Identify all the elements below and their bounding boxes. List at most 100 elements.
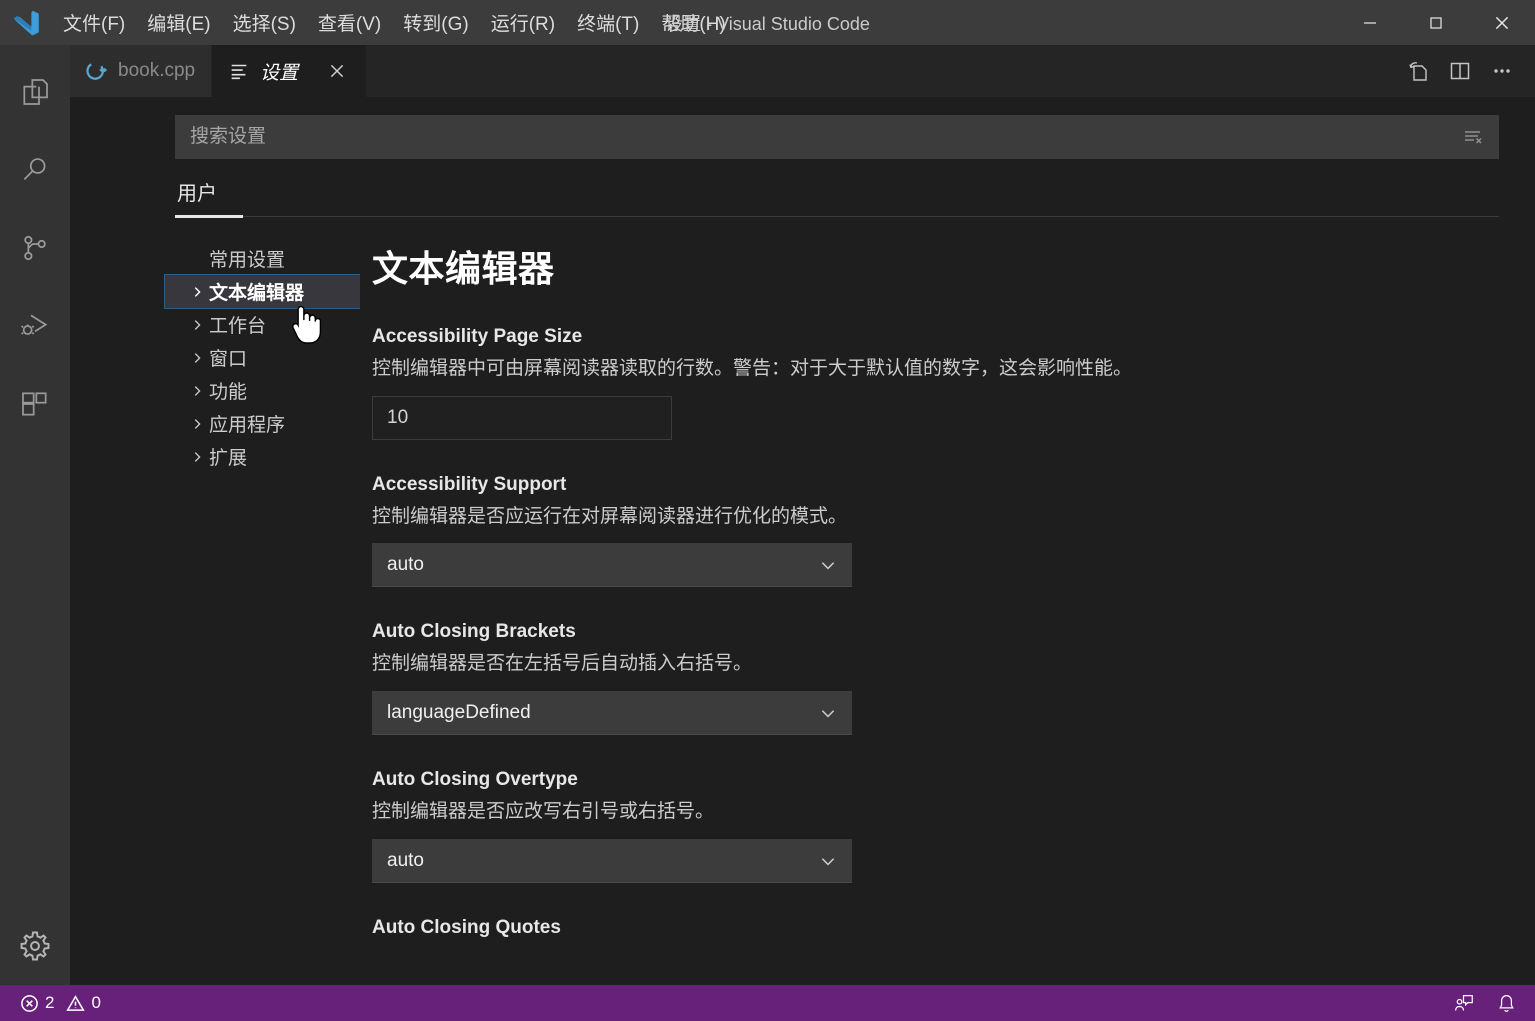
status-notifications-button[interactable] — [1490, 985, 1523, 1021]
more-actions-button[interactable] — [1483, 52, 1521, 90]
status-bar-right — [1447, 985, 1535, 1021]
chevron-down-icon — [819, 852, 837, 870]
settings-group-header: 文本编辑器 — [372, 248, 555, 289]
editor-area: book.cpp 设置 搜索设置 用户 常用设置 文本编辑器 工作台 窗口 功能… — [70, 45, 1535, 985]
open-settings-json-button[interactable] — [1399, 52, 1437, 90]
auto-closing-overtype-select[interactable]: auto — [372, 838, 852, 883]
auto-closing-brackets-select[interactable]: languageDefined — [372, 690, 852, 735]
run-debug-icon — [19, 310, 51, 342]
error-count: 2 — [45, 993, 55, 1012]
menu-selection[interactable]: 选择(S) — [222, 0, 307, 45]
toc-item-label: 窗口 — [209, 349, 248, 370]
cpp-file-icon — [86, 60, 108, 82]
scope-tab-user[interactable]: 用户 — [175, 173, 219, 218]
tab-settings[interactable]: 设置 — [212, 45, 368, 97]
activity-manage-settings[interactable] — [0, 907, 70, 985]
clear-filter-icon[interactable] — [1456, 120, 1490, 154]
accessibility-page-size-input[interactable] — [372, 395, 672, 440]
tab-label: book.cpp — [118, 60, 196, 81]
setting-title: Accessibility Support — [372, 473, 567, 495]
source-control-icon — [19, 232, 51, 264]
search-input[interactable] — [176, 126, 1456, 148]
chevron-right-icon — [185, 318, 209, 332]
setting-accessibility-page-size: Accessibility Page Size 控制编辑器中可由屏幕阅读器读取的… — [372, 326, 1495, 440]
explorer-files-icon — [19, 76, 51, 108]
search-icon — [19, 154, 51, 186]
activity-search[interactable] — [0, 131, 70, 209]
settings-toc: 常用设置 文本编辑器 工作台 窗口 功能 应用程序 扩展 — [70, 232, 360, 985]
editor-tab-bar: book.cpp 设置 — [70, 45, 1535, 97]
accessibility-support-select[interactable]: auto — [372, 543, 852, 588]
activity-source-control[interactable] — [0, 209, 70, 287]
activity-extensions[interactable] — [0, 365, 70, 443]
select-value: languageDefined — [387, 701, 531, 723]
menu-help[interactable]: 帮助(H) — [650, 0, 736, 45]
settings-search-box[interactable] — [175, 115, 1499, 159]
scope-divider — [175, 216, 1499, 217]
tab-label: 设置 — [260, 62, 299, 84]
toc-item-label: 文本编辑器 — [209, 283, 305, 304]
activity-bar — [0, 45, 70, 985]
window-controls — [1337, 0, 1535, 45]
status-feedback-button[interactable] — [1447, 985, 1480, 1021]
warning-count: 0 — [91, 993, 101, 1012]
settings-tab-icon — [228, 60, 250, 82]
toc-item-common[interactable]: 常用设置 — [185, 242, 360, 275]
settings-search-row — [70, 97, 1535, 159]
workbench-body: book.cpp 设置 搜索设置 用户 常用设置 文本编辑器 工作台 窗口 功能… — [0, 45, 1535, 985]
toc-item-label: 工作台 — [209, 316, 267, 337]
menu-go[interactable]: 转到(G) — [392, 0, 479, 45]
toc-item-label: 应用程序 — [209, 415, 286, 436]
toc-item-text-editor[interactable]: 文本编辑器 — [164, 274, 360, 309]
toc-item-application[interactable]: 应用程序 — [185, 407, 360, 440]
select-value: auto — [387, 554, 424, 576]
activity-explorer[interactable] — [0, 53, 70, 131]
vscode-logo-icon — [0, 0, 52, 45]
scope-tab-active-underline — [175, 215, 243, 218]
title-bar: 文件(F) 编辑(E) 选择(S) 查看(V) 转到(G) 运行(R) 终端(T… — [0, 0, 1535, 45]
chevron-right-icon — [185, 351, 209, 365]
minimize-icon[interactable] — [1337, 0, 1403, 45]
settings-body: 常用设置 文本编辑器 工作台 窗口 功能 应用程序 扩展 文本编辑器 Acces… — [70, 232, 1535, 985]
toc-item-label: 常用设置 — [209, 250, 286, 271]
close-icon[interactable] — [1469, 0, 1535, 45]
select-value: auto — [387, 849, 424, 871]
feedback-icon — [1453, 993, 1474, 1014]
toc-item-features[interactable]: 功能 — [185, 374, 360, 407]
split-editor-button[interactable] — [1441, 52, 1479, 90]
editor-actions — [1399, 45, 1535, 97]
chevron-down-icon — [819, 556, 837, 574]
toc-item-window[interactable]: 窗口 — [185, 341, 360, 374]
toc-item-workbench[interactable]: 工作台 — [185, 308, 360, 341]
error-circle-icon — [20, 994, 39, 1013]
setting-auto-closing-brackets: Auto Closing Brackets 控制编辑器是否在左括号后自动插入右括… — [372, 621, 1495, 735]
setting-title: Auto Closing Quotes — [372, 916, 561, 938]
toc-item-extensions[interactable]: 扩展 — [185, 440, 360, 473]
menu-terminal[interactable]: 终端(T) — [566, 0, 650, 45]
menu-view[interactable]: 查看(V) — [307, 0, 392, 45]
setting-description: 控制编辑器是否应改写右引号或右括号。 — [372, 800, 715, 822]
setting-description: 控制编辑器是否应运行在对屏幕阅读器进行优化的模式。 — [372, 505, 848, 527]
settings-list: 文本编辑器 Accessibility Page Size 控制编辑器中可由屏幕… — [360, 232, 1535, 985]
menu-file[interactable]: 文件(F) — [52, 0, 136, 45]
status-bar-left: 2 0 — [0, 985, 107, 1021]
status-problems[interactable]: 2 0 — [14, 985, 107, 1021]
more-actions-icon — [1490, 59, 1514, 83]
settings-scope-tabs: 用户 — [70, 173, 1535, 218]
tab-book-cpp[interactable]: book.cpp — [70, 45, 213, 97]
menu-bar: 文件(F) 编辑(E) 选择(S) 查看(V) 转到(G) 运行(R) 终端(T… — [52, 0, 737, 45]
chevron-right-icon — [185, 417, 209, 431]
setting-auto-closing-overtype: Auto Closing Overtype 控制编辑器是否应改写右引号或右括号。… — [372, 769, 1495, 883]
search-actions — [1456, 120, 1498, 154]
warning-triangle-icon — [66, 994, 86, 1013]
close-icon[interactable] — [324, 58, 350, 84]
setting-title: Auto Closing Overtype — [372, 768, 578, 790]
menu-edit[interactable]: 编辑(E) — [136, 0, 221, 45]
maximize-icon[interactable] — [1403, 0, 1469, 45]
activity-run-debug[interactable] — [0, 287, 70, 365]
chevron-right-icon — [185, 450, 209, 464]
split-editor-icon — [1448, 59, 1472, 83]
setting-title: Accessibility Page Size — [372, 326, 583, 347]
menu-run[interactable]: 运行(R) — [480, 0, 566, 45]
vscode-window: 文件(F) 编辑(E) 选择(S) 查看(V) 转到(G) 运行(R) 终端(T… — [0, 0, 1535, 1021]
